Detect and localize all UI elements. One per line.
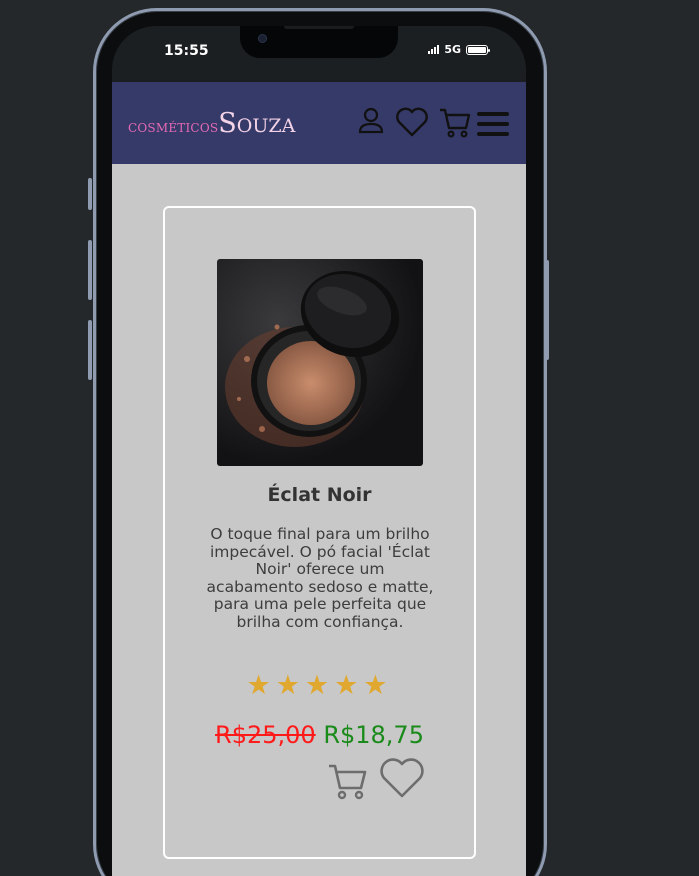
status-indicators: 5G <box>428 43 490 56</box>
speaker <box>284 26 354 29</box>
status-time: 15:55 <box>164 43 209 59</box>
product-title: Éclat Noir <box>267 484 372 506</box>
product-card: Éclat Noir O toque final para um brilho … <box>163 206 476 859</box>
rating-stars: ★★★★★ <box>246 670 393 701</box>
product-image[interactable] <box>217 259 423 466</box>
price-block: R$25,00 R$18,75 <box>165 721 474 749</box>
product-description: O toque final para um brilho impecável. … <box>206 525 434 631</box>
user-icon[interactable] <box>357 106 385 140</box>
site-logo[interactable]: cosméticosSouza <box>128 108 295 139</box>
network-label: 5G <box>444 43 461 56</box>
notch <box>240 26 398 58</box>
menu-icon[interactable] <box>476 110 510 142</box>
new-price: R$18,75 <box>323 721 424 749</box>
add-to-favorites-button[interactable] <box>379 756 425 804</box>
site-header: cosméticosSouza <box>112 82 526 164</box>
logo-text-cosmeticos: cosméticos <box>128 117 219 137</box>
old-price: R$25,00 <box>215 721 316 749</box>
logo-text-souza: Souza <box>218 108 296 139</box>
phone-screen: 15:55 5G cosméticosSouza Éclat Noir O to… <box>112 26 526 876</box>
cart-icon[interactable] <box>438 106 472 144</box>
battery-icon <box>466 44 490 55</box>
phone-power-button <box>545 260 549 360</box>
heart-icon[interactable] <box>395 106 429 142</box>
phone-volume-down-button <box>88 320 92 380</box>
signal-icon <box>428 45 440 54</box>
phone-volume-up-button <box>88 240 92 300</box>
page-content: Éclat Noir O toque final para um brilho … <box>112 164 526 876</box>
camera-icon <box>258 34 267 43</box>
phone-mute-button <box>88 178 92 210</box>
add-to-cart-button[interactable] <box>327 760 369 806</box>
